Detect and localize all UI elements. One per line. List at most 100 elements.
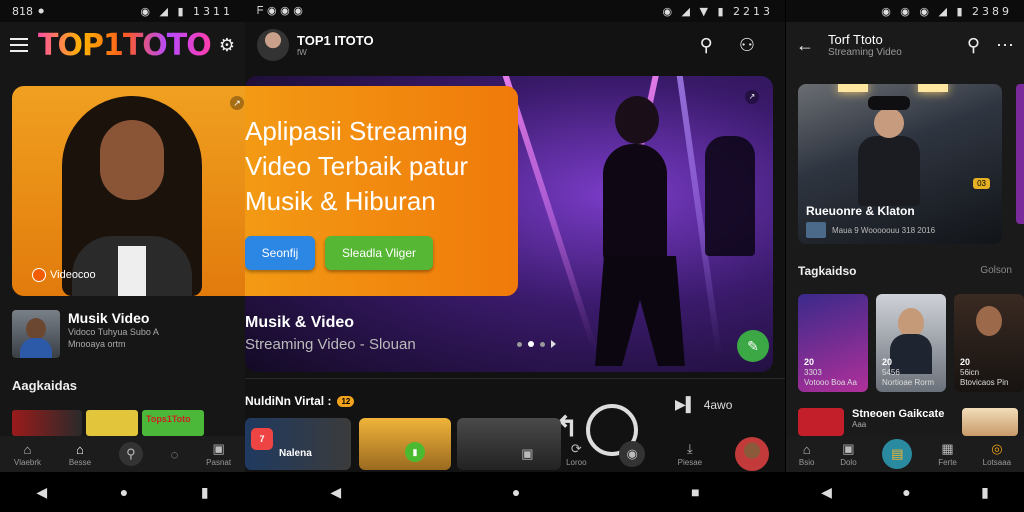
secondary-button[interactable]: Sleadla Vliger (325, 236, 433, 270)
nav-avatar[interactable] (734, 437, 769, 471)
fab-edit-icon[interactable]: ✎ (737, 330, 769, 362)
back-arrow-icon[interactable]: ← (796, 35, 814, 56)
nav-tab-1[interactable]: ⌂ Vlaebrk (14, 442, 41, 467)
status-bar: 818 ⚫ ◉ ◢ ▮ 1311 (0, 0, 245, 22)
video-card-2[interactable]: ▮ (359, 418, 451, 470)
channel-sub: fW (297, 48, 307, 57)
carousel-dots[interactable] (517, 340, 556, 348)
section-title: NuldiNn Virtal : (245, 394, 332, 408)
list-item-sub: Aaa (852, 420, 867, 429)
hero-portrait (52, 96, 212, 296)
app-bar: TOP1 ITOTO fW ⚲ ⚇ (245, 22, 785, 68)
tile-3[interactable]: 20 56icn Btovicaos Pin (954, 294, 1024, 392)
list-item-title: Stneoen Gaikcate (852, 408, 945, 420)
nav-tab-3[interactable]: ◉ (619, 441, 646, 467)
status-left-icons: ᖴ ◉ ◉ ◉ (257, 4, 303, 17)
profile-avatar-icon (734, 437, 769, 471)
tile-num: 20 (804, 357, 815, 367)
hero-banner-image[interactable]: Videocoo ↗ (12, 86, 245, 296)
hero-badge-label: Videocoo (50, 269, 96, 281)
mini-card-3[interactable]: Tops1Toto (142, 410, 204, 436)
primary-button[interactable]: Seonfij (245, 236, 315, 270)
home-circle-icon[interactable]: ● (512, 484, 520, 500)
back-icon[interactable]: ◀ (821, 484, 832, 501)
tile-1[interactable]: 20 3303 Votooo Boa Aa (798, 294, 868, 392)
nav-tab-4[interactable]: ⤓ Piesae (678, 441, 702, 467)
recents-icon[interactable]: ▮ (981, 484, 989, 501)
library-icon: ▣ (521, 446, 534, 461)
nav-tab-3[interactable]: ⚲ (118, 442, 143, 466)
list-item-musik-video[interactable]: Musik Video Vidoco Tuhyua Subo A Mnooaya… (12, 310, 159, 358)
back-icon[interactable]: ◀ (330, 484, 341, 501)
caption-title: Musik & Video (245, 314, 355, 331)
nav-tab-1[interactable]: ▣ (521, 446, 533, 462)
tile-2[interactable]: 20 5456 Nortioae Rorm (876, 294, 946, 392)
nav-tab-2[interactable]: ⟳ Loroo (566, 441, 586, 467)
menu-icon[interactable] (10, 38, 28, 52)
app-icon: 7 (251, 428, 273, 450)
bottom-nav: ⌂ Vlaebrk ⌂ Besse ⚲ ◌ ▣ Pasnat (0, 436, 245, 472)
see-all-link[interactable]: Golson (980, 265, 1012, 276)
nav-tab-5[interactable]: ▣ Pasnat (206, 441, 231, 467)
promo-panel: Aplipasii Streaming Video Terbaik patur … (245, 86, 518, 296)
nav-tab-2[interactable]: ▣ Dolo (840, 441, 856, 467)
system-nav: ◀ ● ■ (245, 472, 785, 512)
nav-tab-3[interactable]: ▤ (882, 439, 913, 469)
list-thumbnail-2 (962, 408, 1019, 436)
tile-sub: 3303 (804, 368, 822, 377)
mini-card-2[interactable] (86, 410, 138, 436)
tile-sub2: Votooo Boa Aa (804, 378, 857, 387)
nav-tab-1[interactable]: ⌂ Bsio (799, 442, 815, 467)
add-user-icon[interactable]: ⚇ (739, 35, 755, 56)
mini-card-1[interactable] (12, 410, 82, 436)
list-item[interactable]: Stneoen Gaikcate Aaa (798, 408, 1019, 436)
singer-figure (854, 96, 924, 206)
tile-row: 20 3303 Votooo Boa Aa 20 5456 Nortioae Rorm … (798, 294, 1024, 392)
expand-icon[interactable]: ↗ (230, 96, 244, 110)
status-icons: ◉ ◢ ▼ ▮ 2213 (662, 4, 773, 18)
nav-label: Bsio (798, 457, 815, 467)
next-card-peek[interactable] (1016, 84, 1024, 224)
nav-tab-2[interactable]: ⌂ Besse (69, 442, 91, 467)
bottom-nav: ▣ ⟳ Loroo ◉ ⤓ Piesae (505, 436, 785, 472)
avatar[interactable] (257, 29, 289, 61)
hero-sub: Maua 9 Wooooouu 318 2016 (806, 222, 935, 238)
home-circle-icon[interactable]: ● (120, 484, 128, 500)
nav-label: Dolo (840, 458, 857, 467)
chat-icon: ◌ (170, 446, 179, 462)
refresh-icon: ⟳ (570, 441, 582, 456)
channel-logo-icon (32, 268, 46, 282)
settings-gear-icon[interactable]: ⚙ (219, 35, 235, 56)
nav-tab-4[interactable]: ▦ Ferte (938, 441, 957, 467)
search-icon[interactable]: ⚲ (967, 35, 980, 56)
nav-tab-4[interactable]: ◌ (171, 447, 179, 462)
hero-title: Rueuonre & Klaton (806, 204, 915, 218)
video-card-1[interactable]: 7 Nalena (245, 418, 351, 470)
nav-label: Loroo (566, 458, 587, 467)
divider (245, 378, 785, 379)
download-icon: ⤓ (687, 441, 693, 456)
recents-icon[interactable]: ■ (691, 484, 699, 500)
count-badge: 12 (337, 395, 355, 407)
screen-player: ᖴ ◉ ◉ ◉ ◉ ◢ ▼ ▮ 2213 TOP1 ITOTO fW ⚲ ⚇ ↗… (245, 0, 785, 512)
app-logo: TOP1TOTO (38, 27, 212, 63)
nav-label: Pasnat (206, 458, 232, 467)
nav-label: Lotsaaa (982, 458, 1012, 467)
search-icon: ⚲ (118, 442, 143, 466)
channel-name: TOP1 ITOTO (297, 33, 374, 48)
more-icon[interactable]: ⋯ (996, 35, 1014, 56)
nav-tab-5[interactable]: ◎ Lotsaaa (983, 441, 1011, 467)
search-icon[interactable]: ⚲ (700, 35, 713, 56)
pause-icon[interactable]: ▶▌ (675, 396, 696, 413)
nav-label: Ferte (938, 458, 957, 467)
nav-label: Besse (68, 457, 92, 467)
screen-home: 818 ⚫ ◉ ◢ ▮ 1311 TOP1TOTO ⚙ Videocoo ↗ M… (0, 0, 245, 512)
dancer-silhouette (575, 96, 695, 366)
control-extra: ▶▌ 4awo (675, 396, 732, 413)
back-icon[interactable]: ◀ (36, 484, 47, 501)
home-circle-icon[interactable]: ● (902, 484, 910, 500)
home-outline-icon: ⌂ (23, 441, 32, 457)
expand-icon[interactable]: ↗ (745, 90, 759, 104)
hero-singer-image[interactable]: Rueuonre & Klaton Maua 9 Wooooouu 318 20… (798, 84, 1002, 244)
recents-icon[interactable]: ▮ (201, 484, 209, 501)
